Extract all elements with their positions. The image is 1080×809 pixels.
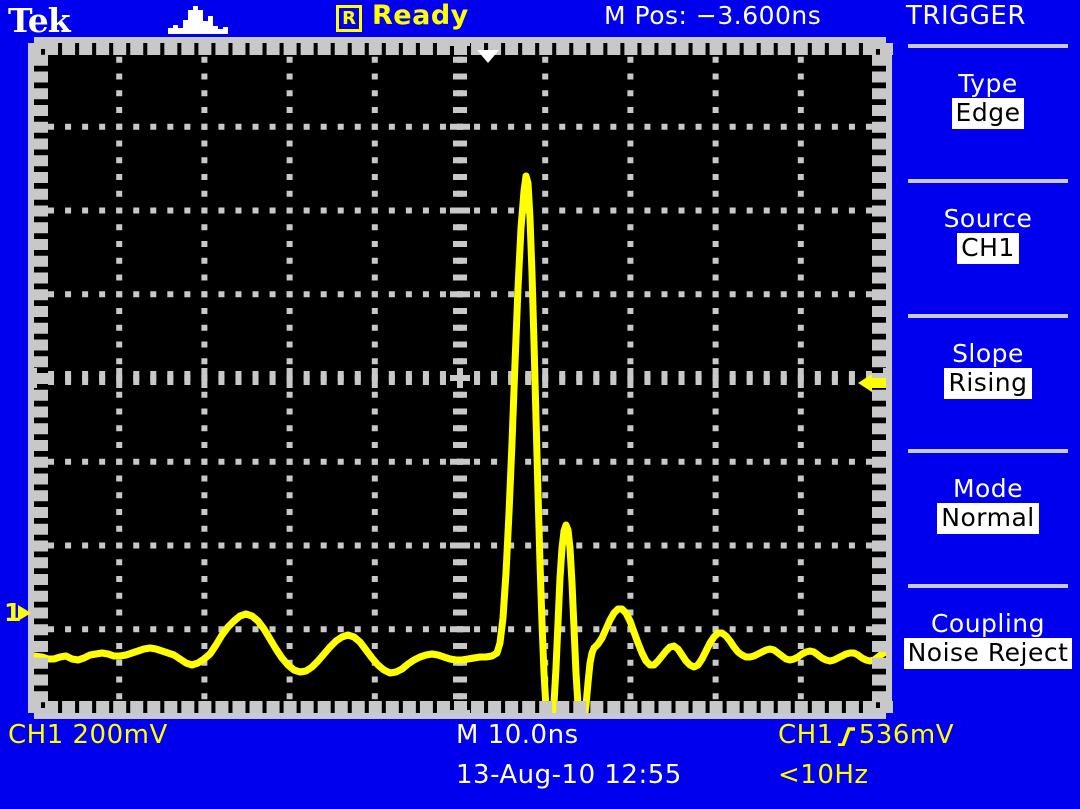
- menu-divider: [908, 584, 1068, 588]
- trigger-readout[interactable]: CH1 536mV: [778, 722, 954, 748]
- menu-item-coupling-value[interactable]: Noise Reject: [903, 638, 1073, 669]
- status-bar-divider: [34, 713, 886, 718]
- menu-item-mode-label: Mode: [952, 474, 1024, 503]
- menu-item-source[interactable]: Source CH1: [896, 205, 1080, 264]
- menu-item-source-value[interactable]: CH1: [957, 233, 1019, 264]
- menu-item-slope-label: Slope: [952, 339, 1024, 368]
- horizontal-position-readout: M Pos: −3.600ns: [604, 1, 822, 30]
- menu-item-slope[interactable]: Slope Rising: [896, 340, 1080, 399]
- trigger-frequency-readout: <10Hz: [778, 760, 869, 790]
- trigger-level-marker-icon[interactable]: [858, 374, 872, 392]
- menu-item-mode[interactable]: Mode Normal: [896, 475, 1080, 534]
- ch1-waveform-trace: [34, 172, 886, 713]
- ch1-vertical-scale-readout[interactable]: CH1 200mV: [8, 722, 168, 748]
- trigger-menu-panel: Type Edge Source CH1 Slope Rising Mode N…: [896, 0, 1080, 809]
- rising-edge-icon: [837, 727, 855, 746]
- menu-item-type-value[interactable]: Edge: [951, 98, 1025, 129]
- menu-item-slope-value[interactable]: Rising: [944, 368, 1032, 399]
- ready-status-label: Ready: [372, 0, 469, 31]
- menu-divider: [908, 44, 1068, 48]
- trigger-level-label: 536mV: [858, 720, 954, 750]
- menu-item-type-label: Type: [958, 69, 1018, 98]
- menu-divider: [908, 449, 1068, 453]
- ready-indicator-icon: R: [336, 5, 362, 32]
- trigger-level-marker-tail: [872, 378, 886, 388]
- menu-divider: [908, 314, 1068, 318]
- trigger-source-label: CH1: [778, 720, 834, 750]
- channel1-ground-reference-icon[interactable]: [18, 605, 31, 621]
- timebase-readout[interactable]: M 10.0ns: [456, 722, 579, 748]
- waveform-thumbnail-icon: [168, 6, 228, 34]
- menu-divider: [908, 179, 1068, 183]
- waveform-display-area[interactable]: [34, 43, 886, 713]
- trigger-position-marker-icon[interactable]: [477, 50, 499, 63]
- menu-item-type[interactable]: Type Edge: [896, 70, 1080, 129]
- menu-item-mode-value[interactable]: Normal: [937, 503, 1039, 534]
- tek-logo: Tek: [8, 1, 71, 40]
- oscilloscope-screen: Tek R Ready M Pos: −3.600ns 1 TRIGGER Ty…: [0, 0, 1080, 809]
- menu-item-coupling-label: Coupling: [930, 609, 1046, 638]
- datetime-readout: 13-Aug-10 12:55: [456, 760, 682, 790]
- menu-item-coupling[interactable]: Coupling Noise Reject: [896, 610, 1080, 669]
- graticule-right-border: [886, 43, 892, 713]
- menu-item-source-label: Source: [943, 204, 1033, 233]
